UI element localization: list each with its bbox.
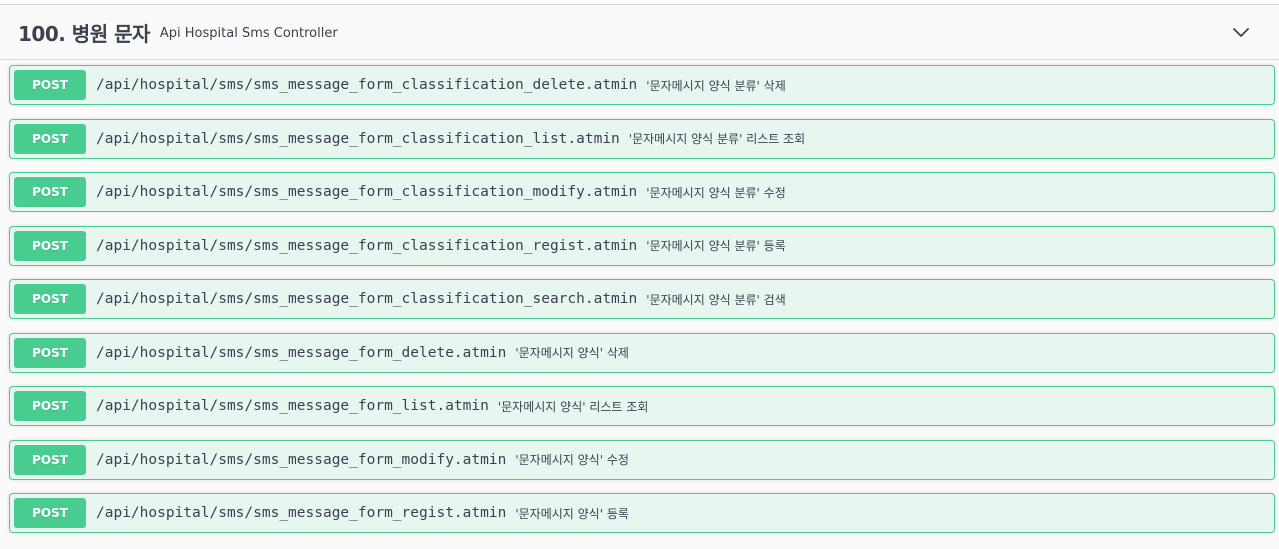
- chevron-down-icon[interactable]: [1231, 23, 1251, 43]
- operation-row[interactable]: POST /api/hospital/sms/sms_message_form_…: [9, 439, 1275, 480]
- api-tag-section: 100. 병원 문자 Api Hospital Sms Controller P…: [0, 4, 1279, 549]
- operation-summary: '문자메시지 양식 분류' 리스트 조회: [628, 132, 806, 146]
- operation-path: /api/hospital/sms/sms_message_form_modif…: [96, 451, 507, 468]
- operation-summary: '문자메시지 양식' 등록: [515, 506, 629, 521]
- operation-row[interactable]: POST /api/hospital/sms/sms_message_form_…: [9, 225, 1275, 266]
- operation-path: /api/hospital/sms/sms_message_form_delet…: [96, 344, 507, 361]
- tag-description: Api Hospital Sms Controller: [159, 26, 338, 41]
- operation-row[interactable]: POST /api/hospital/sms/sms_message_form_…: [9, 386, 1275, 426]
- operation-row[interactable]: POST /api/hospital/sms/sms_message_form_…: [9, 65, 1275, 105]
- method-badge: POST: [14, 284, 86, 314]
- tag-title: 100. 병원 문자: [18, 21, 150, 46]
- operation-summary: '문자메시지 양식' 수정: [515, 453, 629, 467]
- operations-list: POST /api/hospital/sms/sms_message_form_…: [9, 65, 1275, 547]
- operation-summary: '문자메시지 양식 분류' 삭제: [646, 78, 786, 93]
- method-badge: POST: [14, 70, 86, 100]
- operation-path: /api/hospital/sms/sms_message_form_class…: [96, 184, 638, 200]
- operation-summary: '문자메시지 양식 분류' 수정: [646, 185, 786, 200]
- operation-row[interactable]: POST /api/hospital/sms/sms_message_form_…: [9, 493, 1275, 533]
- operation-path: /api/hospital/sms/sms_message_form_class…: [96, 291, 638, 307]
- operation-summary: '문자메시지 양식 분류' 등록: [646, 239, 786, 253]
- operation-path: /api/hospital/sms/sms_message_form_class…: [96, 130, 620, 147]
- operation-path: /api/hospital/sms/sms_message_form_regis…: [96, 505, 507, 521]
- method-badge: POST: [14, 230, 86, 261]
- method-badge: POST: [14, 123, 86, 154]
- operation-summary: '문자메시지 양식' 삭제: [515, 346, 629, 360]
- operation-summary: '문자메시지 양식' 리스트 조회: [497, 399, 649, 414]
- method-badge: POST: [14, 337, 86, 368]
- method-badge: POST: [14, 177, 86, 207]
- method-badge: POST: [14, 498, 86, 528]
- tag-header[interactable]: 100. 병원 문자 Api Hospital Sms Controller: [0, 5, 1279, 60]
- operation-row[interactable]: POST /api/hospital/sms/sms_message_form_…: [9, 332, 1275, 373]
- operation-row[interactable]: POST /api/hospital/sms/sms_message_form_…: [9, 172, 1275, 212]
- operation-row[interactable]: POST /api/hospital/sms/sms_message_form_…: [9, 118, 1275, 159]
- operation-summary: '문자메시지 양식 분류' 검색: [646, 292, 786, 307]
- method-badge: POST: [14, 444, 86, 475]
- method-badge: POST: [14, 391, 86, 421]
- operation-path: /api/hospital/sms/sms_message_form_class…: [96, 237, 638, 254]
- operation-path: /api/hospital/sms/sms_message_form_class…: [96, 77, 638, 93]
- operation-path: /api/hospital/sms/sms_message_form_list.…: [96, 398, 489, 414]
- operation-row[interactable]: POST /api/hospital/sms/sms_message_form_…: [9, 279, 1275, 319]
